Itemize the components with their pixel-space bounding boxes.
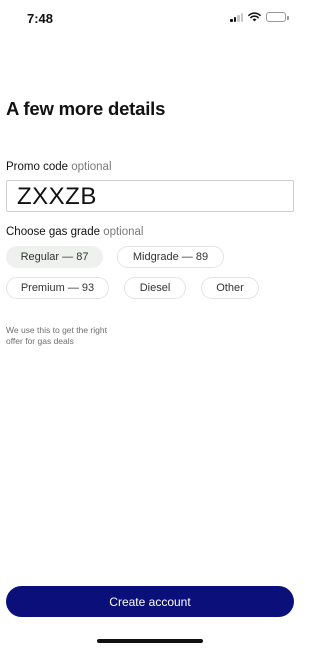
battery-icon: [266, 12, 289, 22]
gas-grade-optional-tag: optional: [103, 226, 144, 238]
promo-code-input[interactable]: [6, 180, 294, 212]
gas-grade-label: Choose gas grade optional: [6, 226, 143, 238]
cellular-signal-icon: [230, 12, 243, 22]
status-icons: [230, 12, 289, 22]
gas-grade-option-regular[interactable]: Regular — 87: [6, 246, 103, 268]
wifi-icon: [248, 12, 261, 22]
home-indicator: [97, 639, 203, 643]
status-time: 7:48: [27, 11, 54, 26]
gas-grade-label-text: Choose gas grade: [6, 226, 100, 238]
page-title: A few more details: [6, 98, 166, 119]
status-bar: 7:48: [0, 0, 300, 36]
gas-grade-option-midgrade[interactable]: Midgrade — 89: [117, 246, 224, 268]
gas-grade-helper-text: We use this to get the right offer for g…: [6, 325, 107, 346]
promo-code-label-text: Promo code: [6, 161, 69, 173]
promo-optional-tag: optional: [71, 161, 112, 173]
create-account-button[interactable]: Create account: [6, 586, 294, 617]
gas-grade-option-other[interactable]: Other: [201, 277, 259, 299]
gas-grade-option-premium[interactable]: Premium — 93: [6, 277, 109, 299]
promo-code-label: Promo code optional: [6, 161, 112, 173]
screen: 7:48 A few more details Promo code optio…: [0, 0, 300, 649]
gas-grade-option-diesel[interactable]: Diesel: [124, 277, 186, 299]
